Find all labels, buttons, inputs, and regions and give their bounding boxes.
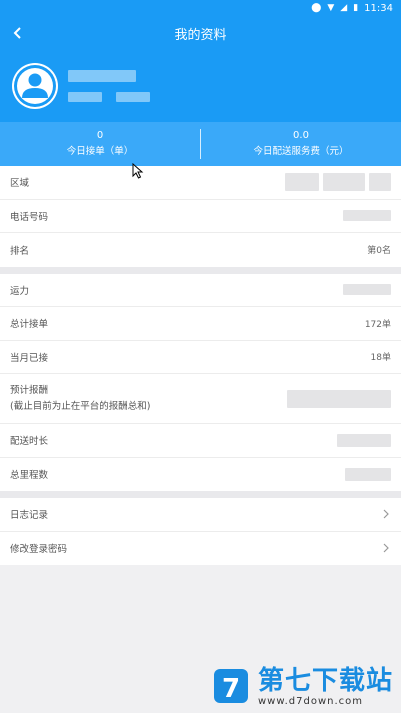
row-delivery-time: 配送时长 bbox=[0, 424, 401, 458]
section-gap bbox=[0, 266, 401, 274]
row-total-orders: 总计接单 172单 bbox=[0, 307, 401, 341]
expected-pay-subtitle: (截止目前为止在平台的报酬总和) bbox=[10, 400, 151, 412]
row-log-label: 日志记录 bbox=[10, 510, 49, 522]
page-title: 我的资料 bbox=[174, 27, 227, 43]
battery-icon: ▮ bbox=[353, 2, 359, 13]
profile-header bbox=[0, 50, 401, 122]
row-change-password-label: 修改登录密码 bbox=[10, 544, 68, 556]
watermark-logo-icon: 7 bbox=[213, 669, 248, 704]
stat-fee-label: 今日配送服务费（元） bbox=[253, 146, 349, 157]
watermark: 7 第七下载站 www.d7down.com bbox=[212, 665, 393, 707]
back-button[interactable] bbox=[2, 16, 34, 50]
stat-orders-value: 0 bbox=[96, 130, 104, 141]
location-icon: ⬤ bbox=[311, 2, 322, 13]
row-month-orders-value: 18单 bbox=[370, 353, 391, 364]
row-log[interactable]: 日志记录 bbox=[0, 498, 401, 532]
section-gap-2 bbox=[0, 491, 401, 498]
status-bar: ⬤ ▼ ◢ ▮ 11:34 bbox=[0, 0, 401, 16]
region-value-blurred-2 bbox=[323, 173, 365, 192]
delivery-time-value-blurred bbox=[337, 433, 391, 447]
row-expected-pay-label: 预计报酬 (截止目前为止在平台的报酬总和) bbox=[10, 383, 150, 415]
stat-orders-label: 今日接单（单） bbox=[66, 146, 134, 157]
row-phone-label: 电话号码 bbox=[10, 211, 49, 223]
user-info-blurred bbox=[68, 92, 102, 102]
capacity-value-blurred bbox=[343, 284, 391, 296]
user-info-blurred-2 bbox=[116, 92, 150, 102]
user-name-blurred bbox=[68, 70, 136, 82]
stat-fee[interactable]: 0.0 今日配送服务费（元） bbox=[201, 128, 401, 160]
user-avatar-icon[interactable] bbox=[12, 63, 58, 109]
row-total-mileage-label: 总里程数 bbox=[10, 470, 49, 482]
region-value-blurred-3 bbox=[369, 173, 391, 192]
chevron-right-icon bbox=[383, 543, 389, 553]
wifi-icon: ▼ bbox=[327, 2, 335, 13]
row-region: 区域 bbox=[0, 166, 401, 200]
row-rank: 排名 第0名 bbox=[0, 233, 401, 267]
today-stats: 0 今日接单（单） 0.0 今日配送服务费（元） bbox=[0, 122, 401, 166]
watermark-title: 第七下载站 bbox=[257, 665, 393, 696]
chevron-right-icon bbox=[383, 509, 389, 519]
svg-text:7: 7 bbox=[222, 674, 240, 704]
row-total-orders-value: 172单 bbox=[364, 319, 391, 330]
row-capacity-label: 运力 bbox=[10, 285, 30, 297]
expected-pay-value-blurred bbox=[287, 389, 391, 408]
mouse-cursor-icon bbox=[132, 163, 144, 179]
row-total-mileage: 总里程数 bbox=[0, 458, 401, 492]
signal-icon: ◢ bbox=[340, 2, 348, 13]
row-month-orders-label: 当月已接 bbox=[10, 352, 49, 364]
row-rank-label: 排名 bbox=[10, 245, 30, 257]
status-time: 11:34 bbox=[364, 2, 393, 14]
total-mileage-value-blurred bbox=[345, 467, 391, 481]
basic-info-section: 区域 电话号码 排名 第0名 bbox=[0, 166, 401, 267]
chevron-left-icon bbox=[13, 27, 21, 39]
stat-orders[interactable]: 0 今日接单（单） bbox=[0, 128, 200, 160]
region-value-blurred bbox=[285, 173, 319, 192]
row-total-orders-label: 总计接单 bbox=[10, 319, 49, 331]
row-phone: 电话号码 bbox=[0, 200, 401, 233]
stat-fee-value: 0.0 bbox=[293, 130, 309, 141]
watermark-url: www.d7down.com bbox=[257, 695, 364, 707]
row-rank-value: 第0名 bbox=[367, 246, 391, 257]
phone-value-blurred bbox=[343, 210, 391, 222]
row-change-password[interactable]: 修改登录密码 bbox=[0, 532, 401, 566]
row-region-label: 区域 bbox=[10, 178, 30, 190]
row-expected-pay: 预计报酬 (截止目前为止在平台的报酬总和) bbox=[0, 374, 401, 424]
row-delivery-time-label: 配送时长 bbox=[10, 436, 49, 448]
performance-section: 运力 总计接单 172单 当月已接 18单 预计报酬 (截止目前为止在平台的报酬… bbox=[0, 273, 401, 492]
row-capacity: 运力 bbox=[0, 274, 401, 307]
expected-pay-title: 预计报酬 bbox=[10, 384, 49, 396]
row-month-orders: 当月已接 18单 bbox=[0, 341, 401, 374]
settings-section: 日志记录 修改登录密码 bbox=[0, 498, 401, 565]
nav-bar: 我的资料 bbox=[0, 16, 401, 50]
